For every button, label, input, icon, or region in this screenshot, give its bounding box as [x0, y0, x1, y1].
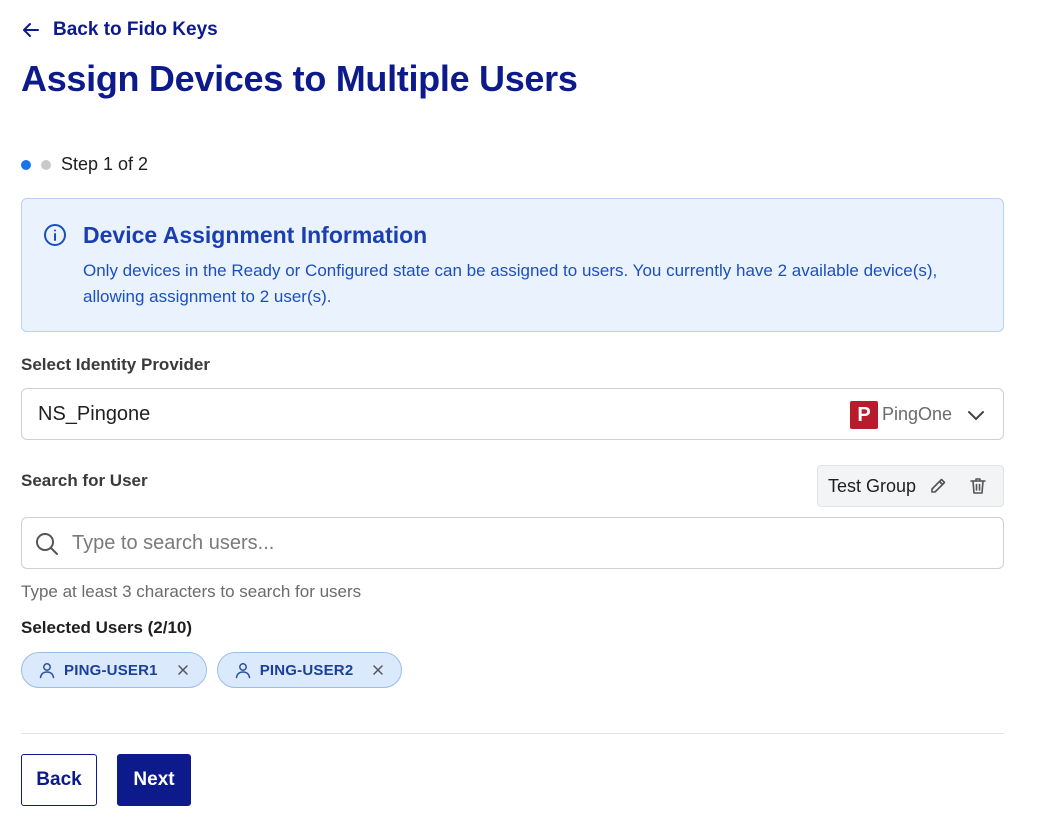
user-icon — [235, 663, 250, 679]
identity-provider-select[interactable]: NS_Pingone P PingOne — [21, 388, 1004, 440]
next-button[interactable]: Next — [117, 754, 191, 806]
back-link-label: Back to Fido Keys — [53, 19, 218, 40]
pingone-logo: P — [850, 401, 878, 429]
selected-users-list: PING-USER1 PING-USER2 — [21, 652, 403, 688]
info-text: Only devices in the Ready or Configured … — [83, 261, 938, 306]
info-title: Device Assignment Information — [83, 222, 428, 248]
back-to-fido-keys-link[interactable]: Back to Fido Keys — [21, 19, 218, 41]
chevron-down-icon[interactable] — [965, 404, 987, 426]
search-user-label: Search for User — [21, 471, 148, 490]
pencil-icon[interactable] — [928, 476, 948, 496]
device-assignment-info-box: Device Assignment Information Only devic… — [21, 198, 1004, 332]
user-chip-name: PING-USER1 — [64, 661, 158, 679]
user-search-input[interactable] — [72, 526, 972, 560]
user-chip: PING-USER1 — [21, 652, 207, 688]
user-chip: PING-USER2 — [216, 652, 403, 688]
search-hint: Type at least 3 characters to search for… — [21, 582, 362, 601]
page-title: Assign Devices to Multiple Users — [21, 58, 578, 99]
close-icon[interactable] — [176, 663, 190, 677]
search-icon — [36, 533, 58, 555]
step-dot-inactive — [41, 159, 51, 170]
user-search-box — [21, 517, 1004, 569]
user-chip-name: PING-USER2 — [259, 661, 354, 679]
back-button[interactable]: Back — [21, 754, 97, 806]
provider-name: PingOne — [882, 404, 953, 424]
group-name: Test Group — [828, 475, 917, 496]
group-chip: Test Group — [817, 465, 1004, 507]
divider — [21, 733, 1004, 734]
trash-icon[interactable] — [968, 476, 988, 496]
arrow-left-icon — [23, 23, 39, 37]
info-circle-icon — [44, 224, 66, 246]
step-indicator-text: Step 1 of 2 — [61, 154, 149, 174]
close-icon[interactable] — [371, 663, 385, 677]
user-icon — [39, 663, 55, 679]
stepper: Step 1 of 2 — [21, 154, 148, 175]
identity-provider-value: NS_Pingone — [38, 403, 151, 425]
step-dot-active — [21, 159, 31, 170]
identity-provider-label: Select Identity Provider — [21, 355, 210, 374]
selected-users-label: Selected Users (2/10) — [21, 618, 193, 637]
